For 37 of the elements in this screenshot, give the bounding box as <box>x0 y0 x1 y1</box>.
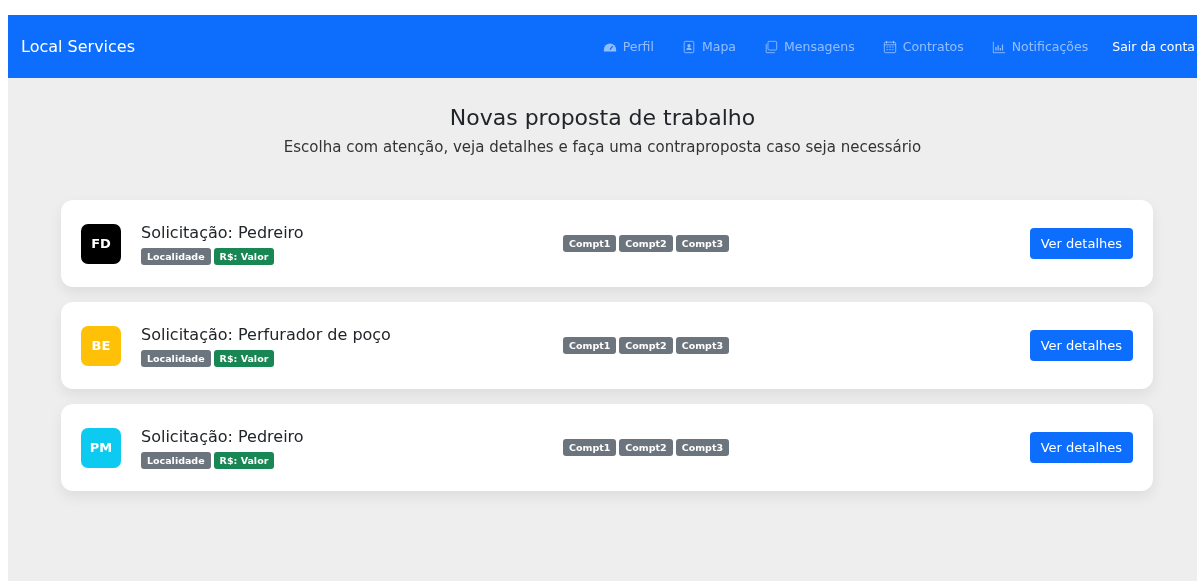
skill-tag: Compt2 <box>619 337 673 354</box>
logout-link[interactable]: Sair da conta <box>1112 39 1195 54</box>
skill-tag: Compt1 <box>563 235 617 252</box>
calendar-icon <box>882 39 897 54</box>
details-button[interactable]: Ver detalhes <box>1029 432 1133 463</box>
nav-link[interactable]: Notificações <box>991 39 1089 54</box>
copy-icon <box>764 39 778 54</box>
page-subtitle: Escolha com atenção, veja detalhes e faça uma contraproposta caso seja necessário <box>282 138 923 156</box>
brand-name[interactable]: Local Services <box>21 37 136 56</box>
avatar: BE <box>81 325 121 366</box>
avatar: FD <box>81 223 121 264</box>
nav-link[interactable]: Contratos <box>882 39 964 54</box>
bar-chart-icon <box>991 39 1006 54</box>
avatar: PM <box>81 427 121 468</box>
location-tag: Localidade <box>141 247 211 265</box>
details-button[interactable]: Ver detalhes <box>1029 228 1133 259</box>
skill-tag: Compt3 <box>675 337 730 354</box>
skill-tag: Compt2 <box>619 235 673 252</box>
price-tag: R$: Valor <box>213 451 275 469</box>
contact-card-icon <box>681 39 696 54</box>
nav-link[interactable]: Mapa <box>681 39 736 54</box>
location-tag: Localidade <box>141 451 211 469</box>
proposal-title: Solicitação: Pedreiro <box>141 426 305 446</box>
price-tag: R$: Valor <box>213 349 275 367</box>
skill-tag: Compt2 <box>619 439 673 456</box>
proposal-title: Solicitação: Perfurador de poço <box>141 324 392 344</box>
nav-link[interactable]: Perfil <box>602 39 654 54</box>
proposal-title: Solicitação: Pedreiro <box>141 222 305 242</box>
skill-tag: Compt3 <box>675 235 730 252</box>
location-tag: Localidade <box>141 349 211 367</box>
skill-tag: Compt1 <box>563 439 617 456</box>
details-button[interactable]: Ver detalhes <box>1029 330 1133 361</box>
nav-link[interactable]: Mensagens <box>764 39 855 54</box>
skill-tag: Compt3 <box>675 439 730 456</box>
skill-tag: Compt1 <box>563 337 617 354</box>
page-title: Novas proposta de trabalho <box>448 105 757 130</box>
price-tag: R$: Valor <box>213 247 275 265</box>
